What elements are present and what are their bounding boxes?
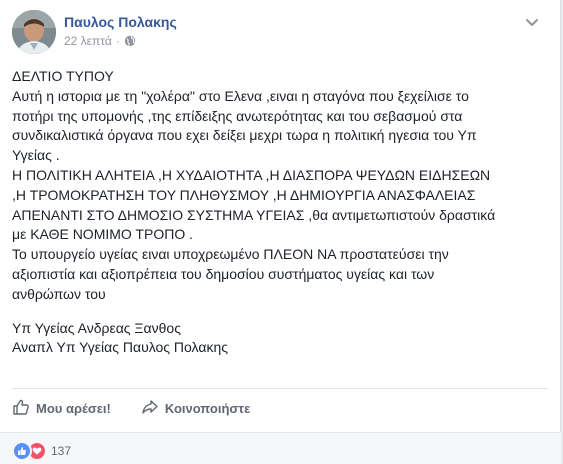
post-actions: Μου αρέσει! Κοινοποιήστε	[12, 394, 250, 422]
body-line: αξιοπιστία και αξιοπρέπεια του δημοσίου …	[12, 265, 435, 282]
post-timestamp[interactable]: 22 λεπτά	[64, 34, 112, 48]
body-line: Υγείας .	[12, 147, 60, 164]
post-body: ΔΕΛΤΙΟ ΤΥΠΟΥ Αυτή η ιστορια με τη "χολέρ…	[12, 67, 548, 358]
like-reaction-icon	[12, 441, 32, 461]
globe-icon[interactable]	[124, 35, 136, 47]
chevron-down-icon[interactable]	[524, 14, 540, 30]
post-header: Παυλος Πολακης 22 λεπτά ·	[12, 10, 542, 56]
share-arrow-icon	[141, 398, 159, 419]
reactions-summary[interactable]: 137	[12, 441, 71, 461]
body-line: ΑΠΕΝΑΝΤΙ ΣΤΟ ΔΗΜΟΣΙΟ ΣΥΣΤΗΜΑ ΥΓΕΙΑΣ ,θα …	[12, 206, 496, 223]
body-line: ποτήρι της υπομονής ,της επίδειξης ανωτε…	[12, 107, 463, 124]
like-button-label: Μου αρέσει!	[36, 400, 111, 416]
body-line: Το υπουργείο υγείας ειναι υποχρεωμένο ΠΛ…	[12, 246, 449, 263]
author-name[interactable]: Παυλος Πολακης	[64, 14, 177, 30]
post-card: Παυλος Πολακης 22 λεπτά · ΔΕΛΤΙΟ ΤΥΠΟΥ Α…	[0, 0, 561, 464]
body-line: Η ΠΟΛΙΤΙΚΗ ΑΛΗΤΕΙΑ ,Η ΧΥΔΑΙΟΤΗΤΑ ,Η ΔΙΑΣ…	[12, 166, 491, 183]
body-line: Αυτή η ιστορια με τη "χολέρα" στο Ελενα …	[12, 87, 469, 104]
signature-line: Αναπλ Υπ Υγείας Παυλος Πολακης	[12, 339, 228, 356]
like-button[interactable]: Μου αρέσει!	[12, 398, 111, 419]
signature-line: Υπ Υγείας Ανδρεας Ξανθος	[12, 319, 181, 336]
body-line: ΔΕΛΤΙΟ ΤΥΠΟΥ	[12, 68, 114, 84]
body-line: με ΚΑΘΕ ΝΟΜΙΜΟ ΤΡΟΠΟ .	[12, 226, 193, 243]
body-line: ,Η ΤΡΟΜΟΚΡΑΤΗΣΗ ΤΟΥ ΠΛΗΘΥΣΜΟΥ ,Η ΔΗΜΙΟΥΡ…	[12, 186, 476, 203]
meta-separator: ·	[115, 34, 120, 48]
thumbs-up-icon	[12, 398, 30, 419]
actions-divider	[12, 388, 548, 389]
author-avatar[interactable]	[12, 10, 56, 54]
body-line: ανθρώπων του	[12, 285, 106, 302]
share-button-label: Κοινοποιήστε	[164, 400, 251, 416]
reactions-bar: 137	[0, 432, 561, 464]
body-line: συνδικαλιστικά όργανα που εχει δείξει με…	[12, 127, 477, 144]
share-button[interactable]: Κοινοποιήστε	[141, 398, 250, 419]
reaction-count: 137	[51, 444, 72, 458]
post-meta: 22 λεπτά ·	[64, 34, 136, 48]
